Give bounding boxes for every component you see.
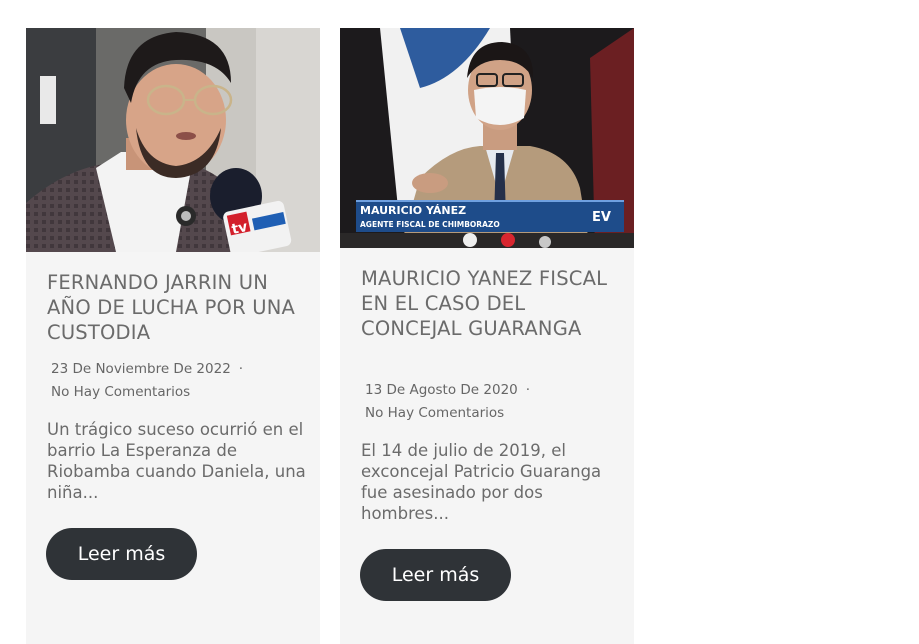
- read-more-button[interactable]: Leer más: [360, 549, 511, 601]
- post-date: 23 De Noviembre De 2022: [51, 361, 231, 377]
- post-excerpt: El 14 de julio de 2019, el exconcejal Pa…: [361, 441, 602, 523]
- post-card: MAURICIO YÁNEZ AGENTE FISCAL DE CHIMBORA…: [340, 28, 634, 644]
- post-thumbnail[interactable]: tv: [26, 28, 320, 252]
- post-title[interactable]: MAURICIO YANEZ FISCAL EN EL CASO DEL CON…: [361, 266, 621, 341]
- news-photo: MAURICIO YÁNEZ AGENTE FISCAL DE CHIMBORA…: [340, 28, 634, 248]
- lower-third-name: MAURICIO YÁNEZ: [360, 204, 466, 217]
- post-meta: 23 De Noviembre De 2022 · No Hay Comentar…: [51, 358, 243, 404]
- ev-logo-text: EV: [592, 210, 611, 225]
- lower-third-role: AGENTE FISCAL DE CHIMBORAZO: [360, 220, 500, 229]
- post-date: 13 De Agosto De 2020: [365, 382, 518, 398]
- post-card: tv FERNANDO JARRIN UN AÑO DE LUCHA POR U…: [26, 28, 320, 644]
- meta-separator: ·: [238, 361, 244, 377]
- read-more-button[interactable]: Leer más: [46, 528, 197, 580]
- meta-separator: ·: [525, 382, 531, 398]
- post-meta: 13 De Agosto De 2020 · No Hay Comentarios: [365, 379, 530, 425]
- comments-link[interactable]: No Hay Comentarios: [51, 384, 190, 400]
- news-photo: tv: [26, 28, 320, 252]
- tv-logo-text: tv: [230, 219, 249, 238]
- post-thumbnail[interactable]: MAURICIO YÁNEZ AGENTE FISCAL DE CHIMBORA…: [340, 28, 634, 248]
- post-excerpt: Un trágico suceso ocurrió en el barrio L…: [47, 420, 306, 502]
- post-title[interactable]: FERNANDO JARRIN UN AÑO DE LUCHA POR UNA …: [47, 270, 307, 345]
- comments-link[interactable]: No Hay Comentarios: [365, 405, 504, 421]
